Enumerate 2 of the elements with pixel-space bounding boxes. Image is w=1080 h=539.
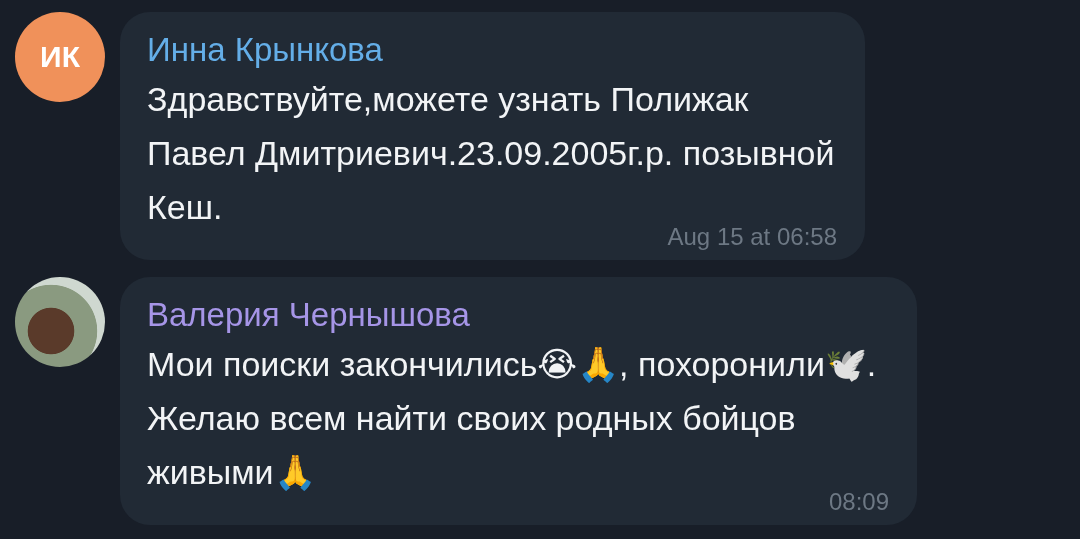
- author-name[interactable]: Валерия Чернышова: [147, 293, 889, 337]
- author-name[interactable]: Инна Крынкова: [147, 28, 837, 72]
